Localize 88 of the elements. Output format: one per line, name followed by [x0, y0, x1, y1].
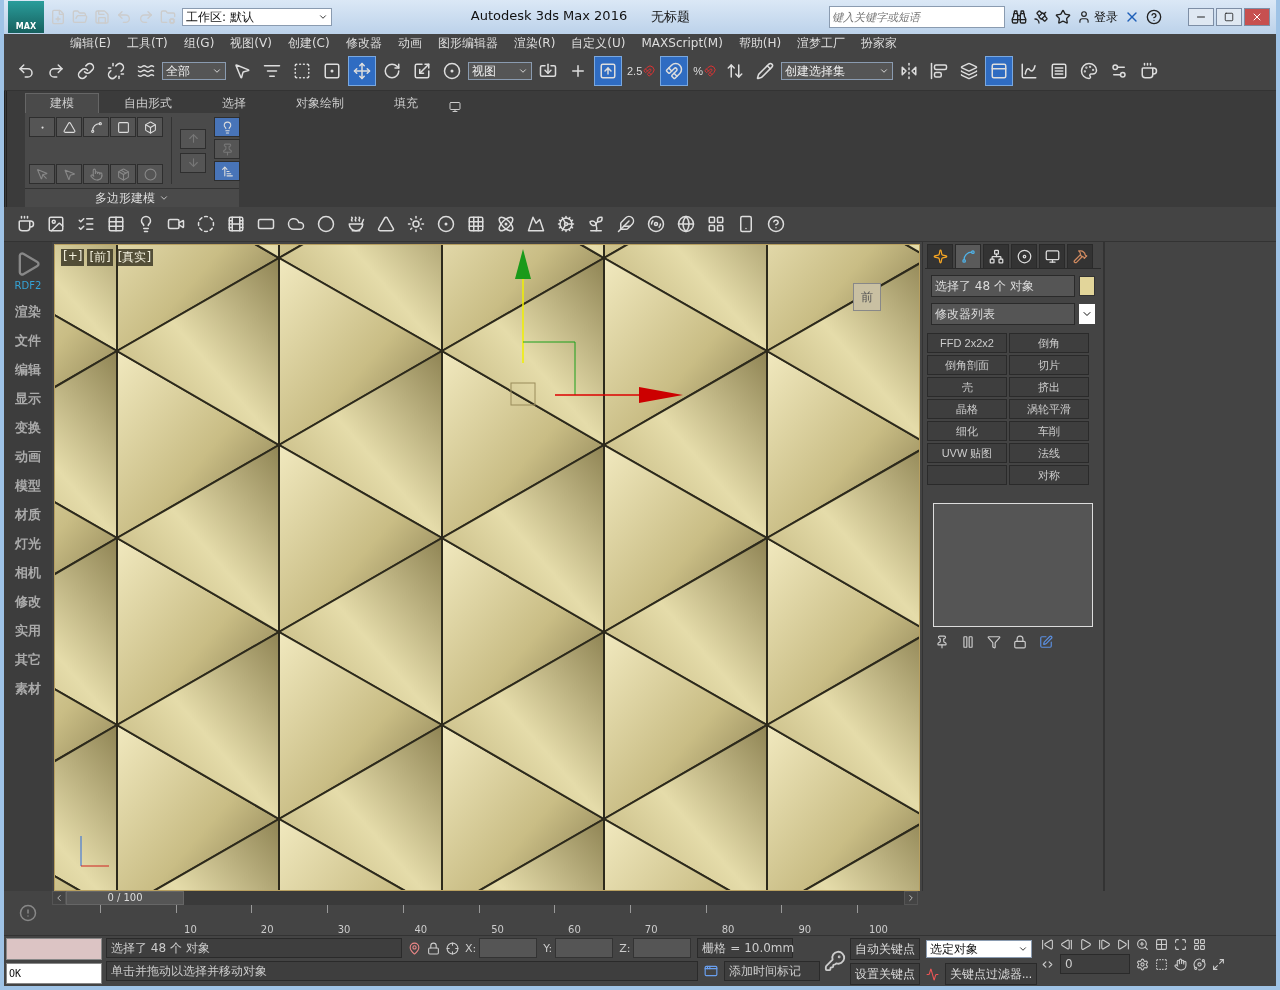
key-mode-dropdown[interactable]: 选定对象	[926, 940, 1032, 958]
viewport-label[interactable]: [前]	[87, 249, 113, 266]
frame-number: 50	[490, 924, 504, 935]
modifier-button[interactable]: 壳	[927, 377, 1007, 397]
menu-item[interactable]: 工具(T)	[118, 34, 176, 52]
sidebar-item[interactable]: 文件	[6, 326, 50, 355]
ribbon-tab[interactable]: 建模	[25, 93, 99, 113]
coordinate-label: Y:	[543, 941, 553, 955]
frame-number: 40	[413, 924, 428, 935]
menu-item[interactable]: 扮家家	[853, 34, 906, 52]
menu-item[interactable]: MAXScript(M)	[633, 36, 731, 50]
modifier-button[interactable]: 倒角	[1009, 333, 1089, 353]
selection-filter-dropdown[interactable]: 全部	[162, 62, 226, 80]
set-key-button[interactable]: 设置关键点	[850, 963, 920, 985]
modifier-button[interactable]: 细化	[927, 421, 1007, 441]
modifier-button[interactable]: UVW 贴图	[927, 443, 1007, 463]
add-time-tag[interactable]: 添加时间标记	[724, 961, 820, 981]
modifier-button[interactable]: FFD 2x2x2	[927, 333, 1007, 353]
sidebar-item[interactable]: 修改	[6, 587, 50, 616]
workspace-dropdown[interactable]: 工作区: 默认	[182, 8, 332, 26]
sign-in-link[interactable]: 登录	[1094, 8, 1118, 26]
menu-item[interactable]: 动画	[389, 34, 430, 52]
modifier-button[interactable]: 车削	[1009, 421, 1089, 441]
menu-item[interactable]: 帮助(H)	[730, 34, 790, 52]
sidebar-item[interactable]: 模型	[6, 471, 50, 500]
viewcube[interactable]: 前	[853, 283, 881, 311]
auto-key-button[interactable]: 自动关键点	[850, 938, 920, 960]
modifier-button[interactable]: 晶格	[927, 399, 1007, 419]
listener-output[interactable]: OK	[6, 962, 102, 984]
frame-number: 30	[336, 924, 351, 935]
document-title: 无标题	[651, 8, 691, 26]
modifier-button[interactable]: 倒角剖面	[927, 355, 1007, 375]
coordinate-label: Z:	[619, 941, 631, 955]
menu-item[interactable]: 编辑(E)	[62, 34, 119, 52]
sidebar-item[interactable]: 材质	[6, 500, 50, 529]
ribbon-tab[interactable]: 选择	[197, 93, 271, 113]
coordinate-system-dropdown[interactable]: 视图	[468, 62, 532, 80]
modifier-list-dropdown[interactable]: 修改器列表	[931, 303, 1075, 325]
sidebar-item[interactable]: 编辑	[6, 355, 50, 384]
menu-item[interactable]: 渲染(R)	[505, 34, 564, 52]
frame-number: 100	[867, 924, 888, 935]
frame-number: 80	[720, 924, 735, 935]
app-logo[interactable]: MAX	[8, 1, 44, 33]
menu-item[interactable]: 视图(V)	[222, 34, 280, 52]
named-selection-dropdown[interactable]: 创建选择集	[781, 62, 894, 80]
snap-toggle-button[interactable]: 2.5	[624, 56, 659, 86]
menu-item[interactable]: 自定义(U)	[563, 34, 634, 52]
object-name-field[interactable]: 选择了 48 个 对象	[931, 275, 1075, 297]
frame-number: 10	[183, 924, 197, 935]
modifier-button[interactable]: 法线	[1009, 443, 1089, 463]
frame-number: 20	[259, 924, 274, 935]
window-title: Autodesk 3ds Max 2016	[470, 8, 628, 25]
sidebar-item[interactable]: 变换	[6, 413, 50, 442]
sidebar-item[interactable]: 灯光	[6, 529, 50, 558]
percent-snap-button[interactable]: %	[690, 56, 720, 86]
menu-item[interactable]: 渲梦工厂	[789, 34, 854, 52]
selection-status: 选择了 48 个 对象	[106, 938, 402, 958]
sidebar-item[interactable]: 相机	[6, 558, 50, 587]
menu-item[interactable]: 创建(C)	[279, 34, 338, 52]
menu-item[interactable]: 修改器	[337, 34, 390, 52]
sidebar-item[interactable]: 动画	[6, 442, 50, 471]
menu-item[interactable]: 图形编辑器	[429, 34, 506, 52]
time-slider-thumb[interactable]: 0 / 100	[66, 891, 184, 905]
ribbon-tab[interactable]: 填充	[369, 93, 443, 113]
viewport-label[interactable]: [+]	[61, 249, 85, 266]
menu-item[interactable]: 组(G)	[175, 34, 223, 52]
modifier-button[interactable]: 涡轮平滑	[1009, 399, 1089, 419]
panel-title[interactable]: 多边形建模	[95, 189, 155, 207]
sidebar-item[interactable]: 实用	[6, 616, 50, 645]
ribbon-tab[interactable]: 自由形式	[99, 93, 197, 113]
frame-number: 60	[567, 924, 581, 935]
brand-label: RDF2	[14, 280, 42, 291]
sidebar-item[interactable]: 渲染	[6, 297, 50, 326]
frame-number: 90	[797, 924, 812, 935]
frame-field[interactable]: 0	[1060, 954, 1130, 974]
viewport-label[interactable]: [真实]	[115, 249, 154, 266]
key-filters-button[interactable]: 关键点过滤器...	[945, 963, 1037, 985]
sidebar-item[interactable]: 素材	[6, 674, 50, 703]
sidebar-item[interactable]: 显示	[6, 384, 50, 413]
coordinate-label: X:	[465, 941, 477, 955]
frame-number: 70	[643, 924, 658, 935]
modifier-button[interactable]: 挤出	[1009, 377, 1089, 397]
grid-size: 栅格 = 10.0mm	[697, 938, 794, 958]
modifier-button[interactable]: 对称	[1009, 465, 1089, 485]
modifier-button[interactable]: 切片	[1009, 355, 1089, 375]
sidebar-item[interactable]: 其它	[6, 645, 50, 674]
ribbon-tab[interactable]: 对象绘制	[271, 93, 369, 113]
search-field[interactable]: 键入关键字或短语	[829, 6, 1005, 28]
